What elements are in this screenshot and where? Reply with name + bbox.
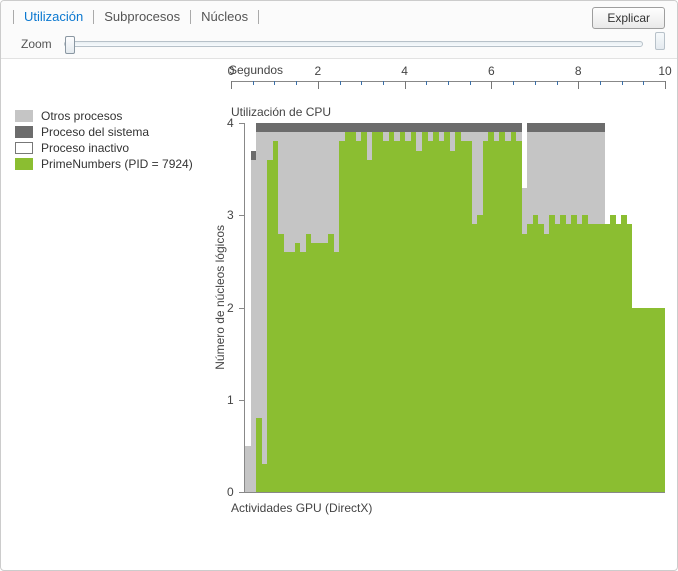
time-tick-label: 0	[228, 64, 235, 78]
y-tick-label: 2	[227, 301, 234, 315]
legend-swatch	[15, 110, 33, 122]
legend-item[interactable]: Proceso del sistema	[15, 125, 201, 139]
time-tick-minor	[535, 81, 536, 85]
y-tick-label: 1	[227, 393, 234, 407]
y-axis-label: Número de núcleos lógicos	[213, 225, 227, 370]
gpu-chart: Actividades GPU (DirectX) 3	[229, 495, 677, 570]
cpu-bars	[245, 123, 665, 492]
time-tick-minor	[340, 81, 341, 85]
legend-item[interactable]: PrimeNumbers (PID = 7924)	[15, 157, 201, 171]
zoom-slider[interactable]	[64, 41, 643, 47]
y-tick	[239, 123, 245, 124]
legend-label: Proceso del sistema	[41, 125, 149, 139]
cpu-chart: Utilización de CPU 01234	[229, 99, 677, 495]
y-axis-label-container: Número de núcleos lógicos	[211, 99, 229, 495]
time-tick-major	[231, 81, 232, 89]
time-tick-major	[491, 81, 492, 89]
toolbar: Utilización Subprocesos Núcleos Explicar…	[1, 1, 677, 59]
legend: Otros procesos Proceso del sistema Proceso…	[1, 99, 211, 495]
y-tick	[239, 308, 245, 309]
time-tick-minor	[622, 81, 623, 85]
tab-utilization[interactable]: Utilización	[14, 9, 93, 24]
time-tick-major	[318, 81, 319, 89]
legend-swatch	[15, 158, 33, 170]
tab-cores[interactable]: Núcleos	[191, 9, 258, 24]
legend-swatch	[15, 142, 33, 154]
time-tick-label: 4	[401, 64, 408, 78]
seg-prime	[660, 308, 666, 493]
y-tick	[239, 215, 245, 216]
view-tabs: Utilización Subprocesos Núcleos	[13, 9, 259, 24]
time-tick-minor	[513, 81, 514, 85]
cpu-plot-area[interactable]: 01234	[244, 123, 665, 493]
cpu-chart-title: Utilización de CPU	[231, 105, 665, 119]
content-area: Segundos 0246810 Otros procesosProceso d…	[1, 59, 677, 570]
time-tick-minor	[274, 81, 275, 85]
time-tick-minor	[557, 81, 558, 85]
profiler-window: Utilización Subprocesos Núcleos Explicar…	[0, 0, 678, 571]
zoom-right-box[interactable]	[655, 32, 665, 50]
tab-threads[interactable]: Subprocesos	[94, 9, 190, 24]
legend-label: PrimeNumbers (PID = 7924)	[41, 157, 193, 171]
time-tick-major	[665, 81, 666, 89]
time-tick-label: 2	[314, 64, 321, 78]
time-tick-minor	[383, 81, 384, 85]
explain-button[interactable]: Explicar	[592, 7, 665, 29]
zoom-label: Zoom	[21, 37, 52, 51]
time-tick-minor	[253, 81, 254, 85]
zoom-control: Zoom	[21, 37, 665, 51]
legend-label: Proceso inactivo	[41, 141, 129, 155]
time-axis-header: Segundos 0246810	[229, 59, 677, 99]
time-tick-label: 6	[488, 64, 495, 78]
y-tick-label: 3	[227, 208, 234, 222]
legend-swatch	[15, 126, 33, 138]
y-tick-label: 4	[227, 116, 234, 130]
time-tick-minor	[296, 81, 297, 85]
time-tick-major	[405, 81, 406, 89]
time-tick-minor	[426, 81, 427, 85]
time-tick-major	[578, 81, 579, 89]
time-tick-minor	[643, 81, 644, 85]
gpu-chart-title: Actividades GPU (DirectX)	[231, 501, 665, 515]
time-tick-minor	[470, 81, 471, 85]
time-tick-minor	[600, 81, 601, 85]
time-scale[interactable]: 0246810	[231, 81, 665, 99]
legend-item[interactable]: Otros procesos	[15, 109, 201, 123]
y-tick	[239, 492, 245, 493]
legend-label: Otros procesos	[41, 109, 122, 123]
y-tick	[239, 400, 245, 401]
time-tick-minor	[361, 81, 362, 85]
time-tick-label: 10	[658, 64, 671, 78]
time-tick-label: 8	[575, 64, 582, 78]
legend-item[interactable]: Proceso inactivo	[15, 141, 201, 155]
time-axis-label: Segundos	[229, 63, 283, 77]
tab-separator	[258, 10, 259, 24]
zoom-thumb[interactable]	[65, 36, 75, 54]
cpu-sample	[660, 123, 666, 492]
time-tick-minor	[448, 81, 449, 85]
